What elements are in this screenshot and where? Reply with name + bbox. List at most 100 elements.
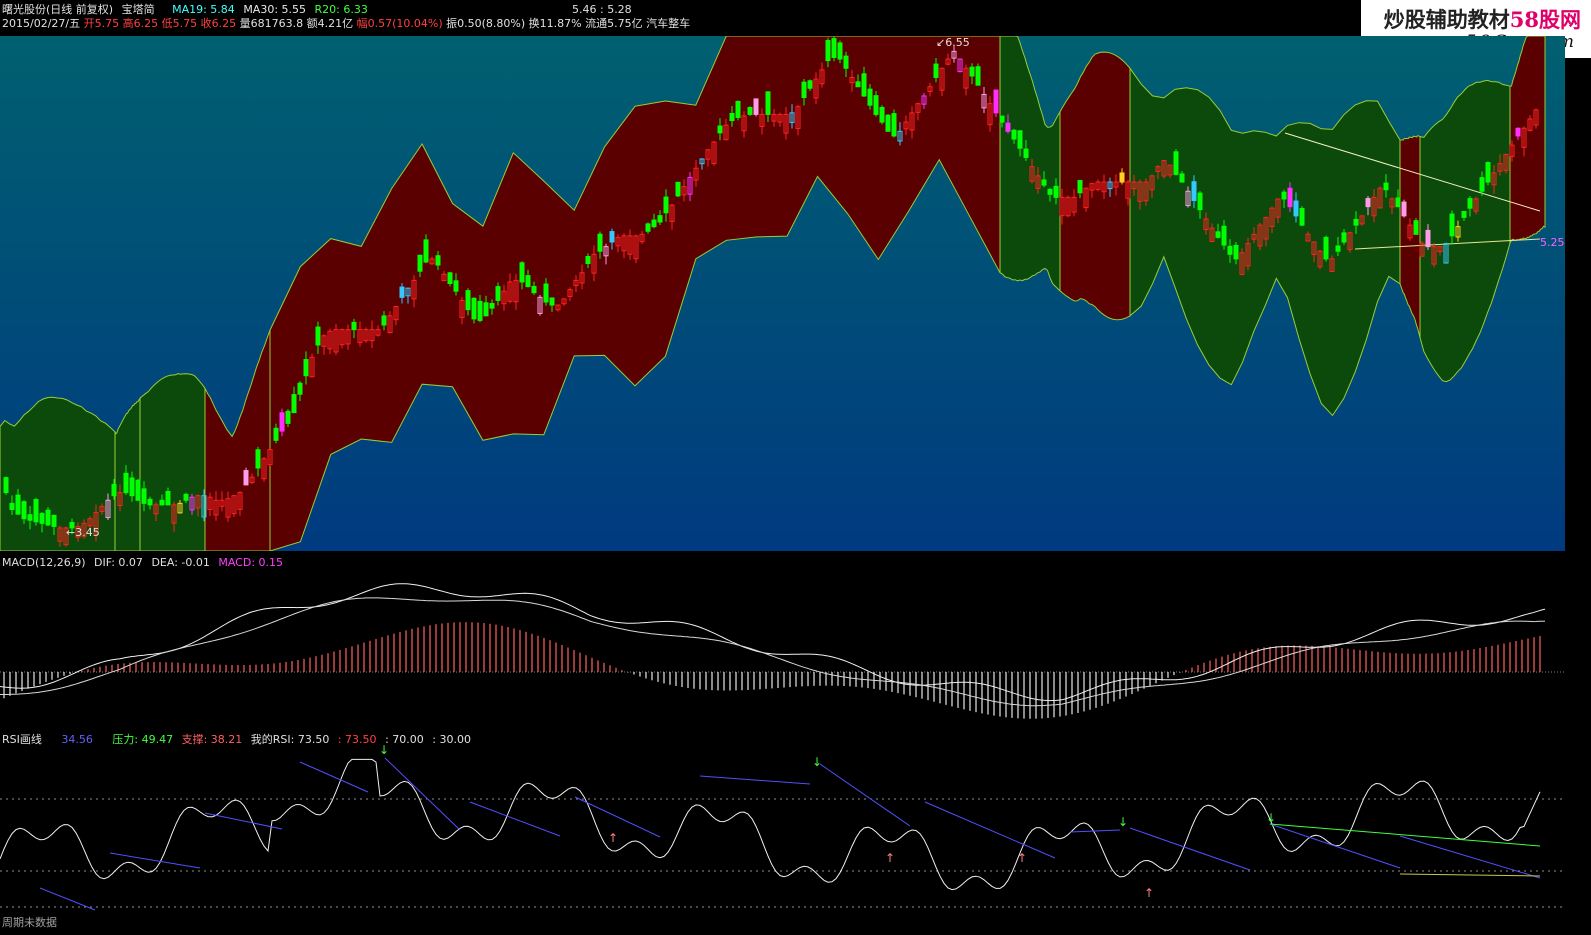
candle-body xyxy=(975,66,981,86)
quote-close: 收6.25 xyxy=(200,17,237,30)
candle-body xyxy=(675,181,681,197)
candle-body xyxy=(27,514,33,521)
candle-body xyxy=(1461,211,1467,218)
candle-body xyxy=(381,315,387,326)
price-chart-panel[interactable]: ↙6.55 ←3.45 5.25 xyxy=(0,30,1565,552)
candle-body xyxy=(51,514,57,527)
candle-body xyxy=(399,286,405,298)
candle-body xyxy=(21,501,27,520)
candle-body xyxy=(1401,201,1407,217)
macd-chart-panel[interactable] xyxy=(0,555,1565,740)
candle-body xyxy=(453,280,459,292)
quote-float: 流通5.75亿 xyxy=(585,17,643,30)
rsi-signal-arrow-1: ↓ xyxy=(812,755,822,769)
candle-body xyxy=(1119,172,1125,183)
candle-body xyxy=(1179,173,1185,183)
quote-sector: 汽车整车 xyxy=(646,17,691,30)
status-text: 周期未数据 xyxy=(2,916,57,929)
candle-body xyxy=(585,256,591,265)
candle-body xyxy=(1017,130,1023,149)
rsi-trend-line-12 xyxy=(1269,823,1401,869)
candle-body xyxy=(1515,127,1521,137)
low-price-marker: ←3.45 xyxy=(66,526,100,539)
candle-body xyxy=(1053,185,1059,198)
rsi-trend-line-9 xyxy=(924,801,1056,859)
candle-body xyxy=(1485,162,1491,183)
candle-body xyxy=(1047,188,1053,195)
candle-body xyxy=(1383,182,1389,191)
candle-body xyxy=(471,297,477,320)
candle-body xyxy=(747,107,753,115)
candle-body xyxy=(33,499,39,523)
candle-body xyxy=(933,63,939,79)
candle-body xyxy=(861,73,867,97)
quote-turnover: 换11.87% xyxy=(528,17,582,30)
candle-body xyxy=(111,483,117,497)
candle-body xyxy=(1479,177,1485,192)
candle-body xyxy=(663,196,669,214)
candle-body xyxy=(1323,236,1329,260)
rsi-line xyxy=(0,758,1541,891)
stock-name: 曙光股份(日线 前复权) xyxy=(2,3,114,16)
rsi-support-line xyxy=(1399,873,1541,877)
candle-body xyxy=(123,472,129,494)
candle-body xyxy=(129,477,135,497)
candle-body xyxy=(1449,213,1455,237)
candle-body xyxy=(285,410,291,424)
candle-body xyxy=(717,125,723,134)
indicator-name: 宝塔简 xyxy=(121,3,155,16)
candle-body xyxy=(45,509,51,526)
candle-body xyxy=(483,302,489,317)
candle-body xyxy=(159,499,165,506)
quote-amplitude: 振0.50(8.80%) xyxy=(446,17,526,30)
rsi-trend-line-10 xyxy=(1069,829,1121,833)
candle-body xyxy=(447,272,453,285)
candle-body xyxy=(1197,192,1203,211)
candle-body xyxy=(3,477,9,494)
rsi-trend-line-5 xyxy=(469,801,561,837)
rsi-trend-line-8 xyxy=(819,763,911,827)
candle-body xyxy=(765,91,771,115)
watermark-prefix: 炒股辅助教材 xyxy=(1383,7,1510,32)
price-chart[interactable] xyxy=(0,30,1565,552)
rsi-trend-line-4 xyxy=(384,757,461,831)
candle-body xyxy=(657,215,663,223)
candle-body xyxy=(15,494,21,515)
candle-body xyxy=(651,219,657,228)
candle-body xyxy=(243,470,249,486)
rsi-signal-arrow-3: ↓ xyxy=(1266,811,1276,825)
quote-open: 开5.75 xyxy=(83,17,120,30)
ma30-label: MA30: 5.55 xyxy=(243,3,307,16)
candle-body xyxy=(831,38,837,59)
candle-body xyxy=(609,231,615,243)
rsi-signal-arrow-7: ↑ xyxy=(1144,886,1154,900)
candle-body xyxy=(141,488,147,504)
candle-body xyxy=(885,114,891,132)
quote-change: 幅0.57(10.04%) xyxy=(356,17,443,30)
candle-body xyxy=(1077,179,1083,194)
candle-body xyxy=(279,412,285,432)
quote-volume: 量681763.8 xyxy=(239,17,304,30)
candle-body xyxy=(1173,151,1179,175)
rsi-trend-line-11 xyxy=(1129,827,1251,871)
rsi-trend-line-1 xyxy=(109,852,201,869)
macd-dea-line xyxy=(0,597,1546,707)
candle-body xyxy=(135,479,141,501)
candle-body xyxy=(549,297,555,306)
quote-high: 高6.25 xyxy=(122,17,159,30)
candle-body xyxy=(417,254,423,272)
rsi-chart-panel[interactable]: ↓ ↓ ↓ ↓ ↑ ↑ ↑ ↑ xyxy=(0,740,1565,932)
macd-chart[interactable] xyxy=(0,555,1565,740)
right-price-marker: 5.25 xyxy=(1540,236,1565,249)
rsi-trend-line-2 xyxy=(204,812,283,830)
rsi-trend-line-7 xyxy=(699,775,811,785)
candle-body xyxy=(255,449,261,469)
candle-body xyxy=(645,223,651,232)
candle-body xyxy=(531,285,537,294)
candle-body xyxy=(273,427,279,441)
rsi-chart[interactable]: ↓ ↓ ↓ ↓ ↑ ↑ ↑ ↑ xyxy=(0,740,1565,932)
candle-body xyxy=(543,283,549,303)
rsi-trend-line-3 xyxy=(299,761,369,793)
candle-body xyxy=(1023,148,1029,158)
candle-body xyxy=(1191,181,1197,201)
